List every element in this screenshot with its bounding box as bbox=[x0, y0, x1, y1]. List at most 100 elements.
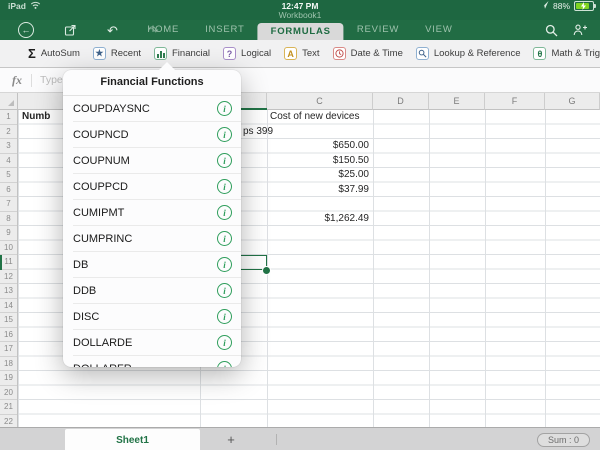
gridline-vertical bbox=[429, 110, 430, 427]
function-name: DB bbox=[73, 259, 88, 271]
function-name: COUPDAYSNC bbox=[73, 103, 150, 115]
text-button[interactable]: AText bbox=[284, 47, 319, 60]
sum-status-badge[interactable]: Sum : 0 bbox=[537, 433, 590, 447]
function-name: COUPPCD bbox=[73, 181, 128, 193]
back-icon[interactable]: ← bbox=[18, 22, 34, 38]
row-header-10[interactable]: 10 bbox=[0, 241, 17, 256]
ribbon-button-label: Math & Trig bbox=[551, 48, 600, 59]
info-icon[interactable]: i bbox=[217, 309, 232, 324]
tab-formulas[interactable]: FORMULAS bbox=[258, 23, 344, 40]
row-header-19[interactable]: 19 bbox=[0, 371, 17, 386]
row-header-2[interactable]: 2 bbox=[0, 125, 17, 140]
selection-fill-handle[interactable] bbox=[262, 266, 271, 275]
cell-C5[interactable]: $25.00 bbox=[269, 168, 369, 183]
recent-button[interactable]: ★Recent bbox=[93, 47, 141, 60]
function-item-cumipmt[interactable]: CUMIPMTi bbox=[73, 200, 241, 226]
info-icon[interactable]: i bbox=[217, 101, 232, 116]
row-header-21[interactable]: 21 bbox=[0, 400, 17, 415]
column-header-C[interactable]: C bbox=[267, 93, 373, 110]
sheet-tab-label: Sheet1 bbox=[116, 435, 149, 446]
tab-view[interactable]: VIEW bbox=[412, 20, 465, 40]
logical-button[interactable]: ?Logical bbox=[223, 47, 271, 60]
row-header-16[interactable]: 16 bbox=[0, 328, 17, 343]
row-header-1[interactable]: 1 bbox=[0, 110, 17, 125]
info-icon[interactable]: i bbox=[217, 335, 232, 350]
gridline-vertical bbox=[545, 110, 546, 427]
cell-A1[interactable]: Numb bbox=[22, 110, 50, 125]
tab-review[interactable]: REVIEW bbox=[344, 20, 412, 40]
info-icon[interactable]: i bbox=[217, 283, 232, 298]
row-header-15[interactable]: 15 bbox=[0, 313, 17, 328]
gridline-vertical bbox=[373, 110, 374, 427]
lookup-reference-button[interactable]: Lookup & Reference bbox=[416, 47, 521, 60]
column-header-E[interactable]: E bbox=[429, 93, 485, 110]
row-header-4[interactable]: 4 bbox=[0, 154, 17, 169]
tab-home[interactable]: HOME bbox=[134, 20, 192, 40]
row-header-14[interactable]: 14 bbox=[0, 299, 17, 314]
function-name: DOLLARFR bbox=[73, 363, 132, 368]
function-item-coupnum[interactable]: COUPNUMi bbox=[73, 148, 241, 174]
info-icon[interactable]: i bbox=[217, 361, 232, 367]
row-header-11[interactable]: 11 bbox=[0, 255, 17, 270]
row-header-18[interactable]: 18 bbox=[0, 357, 17, 372]
row-header-22[interactable]: 22 bbox=[0, 415, 17, 428]
row-header-7[interactable]: 7 bbox=[0, 197, 17, 212]
info-icon[interactable]: i bbox=[217, 127, 232, 142]
sheet-tab-sheet1[interactable]: Sheet1 bbox=[65, 429, 200, 450]
ribbon-button-label: AutoSum bbox=[41, 48, 80, 59]
formulas-ribbon: ΣAutoSum ★Recent Financial ?Logical AText Dat… bbox=[0, 40, 600, 68]
function-item-dollarde[interactable]: DOLLARDEi bbox=[73, 330, 241, 356]
info-icon[interactable]: i bbox=[217, 205, 232, 220]
ribbon-button-label: Recent bbox=[111, 48, 141, 59]
column-header-D[interactable]: D bbox=[373, 93, 429, 110]
info-icon[interactable]: i bbox=[217, 179, 232, 194]
date-time-button[interactable]: Date & Time bbox=[333, 47, 403, 60]
column-header-G[interactable]: G bbox=[545, 93, 600, 110]
selected-row-marker bbox=[0, 255, 2, 270]
select-all-corner[interactable] bbox=[0, 93, 18, 110]
financial-button[interactable]: Financial bbox=[154, 47, 210, 60]
column-header-F[interactable]: F bbox=[485, 93, 545, 110]
row-header-12[interactable]: 12 bbox=[0, 270, 17, 285]
info-icon[interactable]: i bbox=[217, 153, 232, 168]
row-header-9[interactable]: 9 bbox=[0, 226, 17, 241]
question-icon: ? bbox=[223, 47, 236, 60]
info-icon[interactable]: i bbox=[217, 257, 232, 272]
search-icon[interactable] bbox=[545, 24, 558, 37]
function-item-cumprinc[interactable]: CUMPRINCi bbox=[73, 226, 241, 252]
function-item-coupdaysnc[interactable]: COUPDAYSNC i bbox=[73, 96, 241, 122]
function-item-ddb[interactable]: DDBi bbox=[73, 278, 241, 304]
info-icon[interactable]: i bbox=[217, 231, 232, 246]
row-header-17[interactable]: 17 bbox=[0, 342, 17, 357]
row-header-8[interactable]: 8 bbox=[0, 212, 17, 227]
row-header-13[interactable]: 13 bbox=[0, 284, 17, 299]
function-item-db[interactable]: DB i bbox=[73, 252, 241, 278]
undo-icon[interactable]: ↶ bbox=[107, 24, 118, 37]
function-item-dollarfr[interactable]: DOLLARFR i bbox=[73, 356, 241, 367]
math-trig-button[interactable]: θMath & Trig bbox=[533, 47, 600, 60]
tab-insert[interactable]: INSERT bbox=[192, 20, 257, 40]
excel-ipad-app: iPad 12:47 PM Workbook1 88% ←↶↷ HOMEINSE… bbox=[0, 0, 600, 450]
function-item-couppcd[interactable]: COUPPCD i bbox=[73, 174, 241, 200]
function-item-coupncd[interactable]: COUPNCDi bbox=[73, 122, 241, 148]
function-item-disc[interactable]: DISCi bbox=[73, 304, 241, 330]
autosum-button[interactable]: ΣAutoSum bbox=[28, 46, 80, 61]
popup-title: Financial Functions bbox=[63, 70, 241, 96]
row-header-6[interactable]: 6 bbox=[0, 183, 17, 198]
cell-C4[interactable]: $150.50 bbox=[269, 154, 369, 169]
cell-C3[interactable]: $650.00 bbox=[269, 139, 369, 154]
cell-C6[interactable]: $37.99 bbox=[269, 183, 369, 198]
cell-C1[interactable]: Cost of new devices bbox=[270, 110, 360, 125]
row-header-3[interactable]: 3 bbox=[0, 139, 17, 154]
nav-bar: ←↶↷ HOMEINSERTFORMULASREVIEWVIEW bbox=[0, 20, 600, 40]
row-header-20[interactable]: 20 bbox=[0, 386, 17, 401]
add-person-icon[interactable] bbox=[573, 24, 588, 36]
cell-C8[interactable]: $1,262.49 bbox=[269, 212, 369, 227]
row-header-5[interactable]: 5 bbox=[0, 168, 17, 183]
sheet-bar-divider bbox=[276, 434, 277, 445]
battery-percent: 88% bbox=[553, 1, 570, 11]
financial-functions-popup: Financial Functions COUPDAYSNCiCOUPNCDiC… bbox=[63, 70, 241, 367]
add-sheet-button[interactable]: + bbox=[220, 429, 242, 450]
share-icon[interactable] bbox=[64, 24, 77, 37]
cell-B2[interactable]: ps 399 bbox=[243, 125, 273, 140]
